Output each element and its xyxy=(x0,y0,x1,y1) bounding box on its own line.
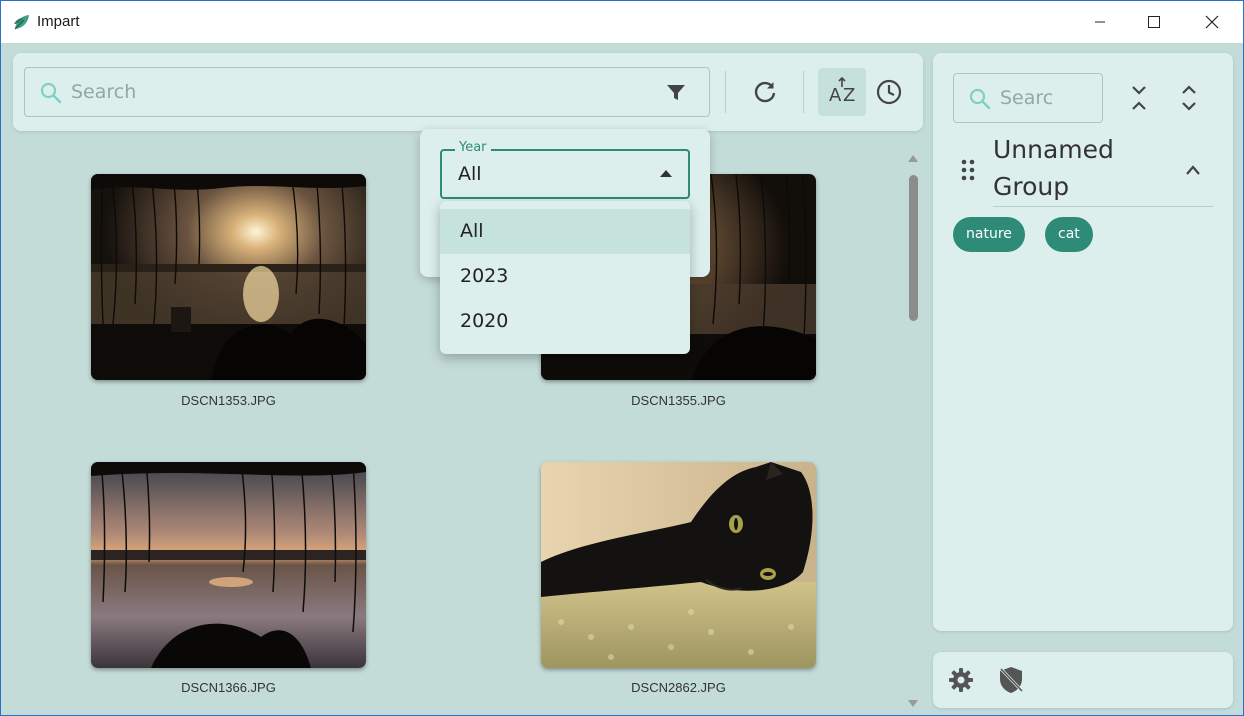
collapse-all-icon xyxy=(1132,86,1146,110)
collapse-all-button[interactable] xyxy=(1121,80,1157,116)
sort-alphabetical-button[interactable]: A Z xyxy=(818,68,866,116)
cat-photo xyxy=(541,462,816,668)
scroll-down-icon[interactable] xyxy=(908,700,918,708)
year-option[interactable]: All xyxy=(440,209,690,254)
drag-handle-icon[interactable] xyxy=(961,159,975,181)
tag-search-field[interactable] xyxy=(953,73,1103,123)
sort-alpha-icon: A Z xyxy=(829,77,855,106)
settings-bar xyxy=(933,652,1233,708)
image-caption: DSCN1353.JPG xyxy=(181,393,276,408)
history-icon xyxy=(876,79,902,105)
image-thumbnail[interactable] xyxy=(541,462,816,668)
image-thumbnail[interactable] xyxy=(91,174,366,380)
chevron-up-icon xyxy=(1186,165,1200,175)
scrollbar-thumb[interactable] xyxy=(909,175,918,321)
svg-text:Z: Z xyxy=(843,85,855,106)
maximize-button[interactable] xyxy=(1125,1,1183,43)
year-value: All xyxy=(458,163,482,185)
year-label: Year xyxy=(455,140,491,155)
shield-off-icon xyxy=(999,667,1024,693)
group-title: Unnamed Group xyxy=(993,135,1114,201)
search-icon xyxy=(40,82,62,104)
collapse-group-button[interactable] xyxy=(1175,152,1211,188)
expand-all-icon xyxy=(1182,85,1196,111)
year-select[interactable]: Year All xyxy=(440,140,690,199)
scroll-up-icon[interactable] xyxy=(908,154,918,162)
close-icon xyxy=(1205,15,1219,29)
toolbar-divider xyxy=(803,71,804,113)
caret-up-icon xyxy=(660,170,672,177)
lake-sunset-photo xyxy=(91,462,366,668)
svg-text:A: A xyxy=(829,85,842,106)
year-option[interactable]: 2023 xyxy=(440,254,690,299)
app-title: Impart xyxy=(37,13,80,30)
search-input[interactable] xyxy=(71,78,651,106)
settings-button[interactable] xyxy=(943,662,979,698)
app-logo-icon xyxy=(14,15,29,30)
sort-by-date-button[interactable] xyxy=(865,68,913,116)
tag-sidebar: Unnamed Group nature cat xyxy=(933,53,1233,631)
toolbar-divider xyxy=(725,71,726,113)
image-caption: DSCN1366.JPG xyxy=(181,680,276,695)
sunset-photo xyxy=(91,174,366,380)
image-thumbnail[interactable] xyxy=(91,462,366,668)
privacy-button[interactable] xyxy=(993,662,1029,698)
gear-icon xyxy=(949,668,973,692)
image-caption: DSCN2862.JPG xyxy=(631,680,726,695)
image-caption: DSCN1355.JPG xyxy=(631,393,726,408)
tag-chip[interactable]: nature xyxy=(953,217,1025,252)
minimize-icon xyxy=(1095,21,1105,23)
tag-search-input[interactable] xyxy=(1000,84,1096,112)
search-field[interactable] xyxy=(24,67,710,117)
maximize-icon xyxy=(1148,16,1160,28)
toolbar: A Z xyxy=(13,53,923,131)
grid-scrollbar[interactable] xyxy=(904,151,922,715)
title-bar: Impart xyxy=(1,1,1243,43)
minimize-button[interactable] xyxy=(1071,1,1129,43)
group-divider xyxy=(993,206,1213,207)
refresh-button[interactable] xyxy=(741,68,789,116)
app-window: Impart Search A Z DSCN1353.JPG DSCN1355.… xyxy=(1,1,1243,715)
refresh-icon xyxy=(754,81,776,103)
year-dropdown-menu: All 2023 2020 xyxy=(440,201,690,354)
year-option[interactable]: 2020 xyxy=(440,299,690,344)
search-icon xyxy=(969,88,991,110)
close-button[interactable] xyxy=(1183,1,1241,43)
expand-all-button[interactable] xyxy=(1171,80,1207,116)
filter-icon[interactable] xyxy=(665,82,687,104)
tag-chip[interactable]: cat xyxy=(1045,217,1093,252)
